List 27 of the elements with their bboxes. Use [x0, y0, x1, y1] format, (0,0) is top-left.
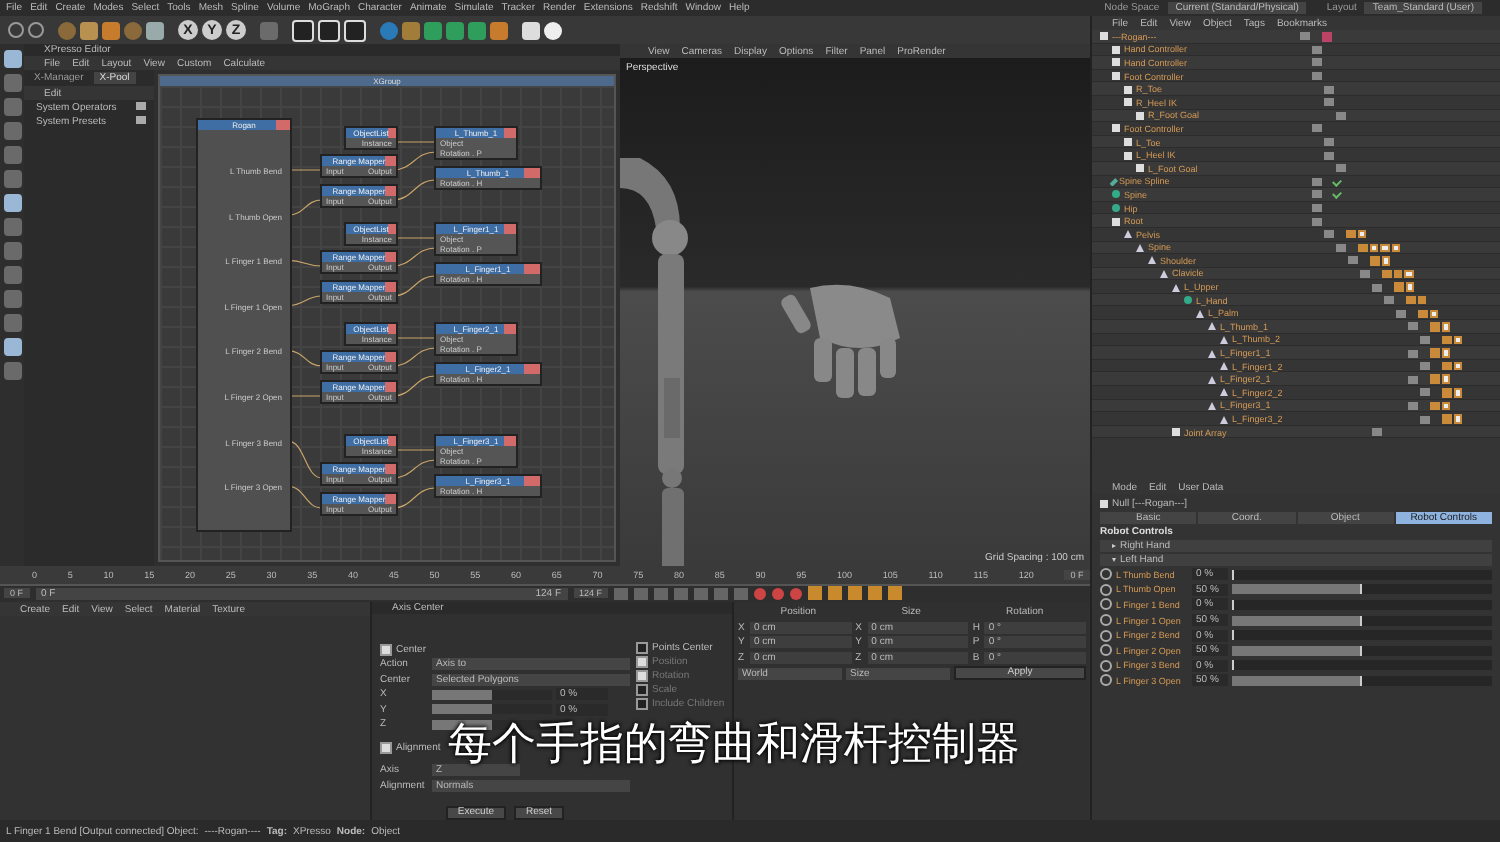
key-icon[interactable]	[868, 586, 883, 601]
expand-arrow-icon[interactable]	[1112, 558, 1116, 562]
sphere-icon	[1184, 296, 1192, 305]
key-icon[interactable]	[828, 586, 843, 601]
null-object-icon	[1172, 428, 1180, 437]
expand-arrow-icon[interactable]	[1112, 544, 1116, 548]
key-icon[interactable]	[808, 586, 823, 601]
slider-fill[interactable]	[432, 689, 492, 700]
slider-fill[interactable]	[1232, 615, 1362, 626]
checkbox[interactable]	[380, 643, 392, 656]
slider-fill[interactable]	[1232, 645, 1362, 656]
null-object-icon	[1100, 499, 1108, 507]
visibility-icon[interactable]	[1372, 428, 1382, 437]
slider-fill[interactable]	[1232, 584, 1362, 595]
key-icon[interactable]	[848, 586, 863, 601]
subtitle-text: 每个手指的弯曲和滑杆控制器	[448, 724, 1020, 768]
tool-icon[interactable]	[318, 19, 340, 41]
checkbox[interactable]	[380, 741, 392, 754]
checkbox[interactable]	[636, 642, 648, 654]
spline-icon	[1109, 177, 1118, 186]
node-tag-icon[interactable]	[1322, 32, 1331, 42]
slider-fill[interactable]	[1232, 675, 1362, 686]
key-icon[interactable]	[888, 586, 903, 601]
tool-icon[interactable]	[344, 19, 366, 41]
tool-icon[interactable]	[292, 19, 314, 41]
slider-fill[interactable]	[432, 704, 492, 715]
null-object-icon	[1112, 217, 1120, 226]
